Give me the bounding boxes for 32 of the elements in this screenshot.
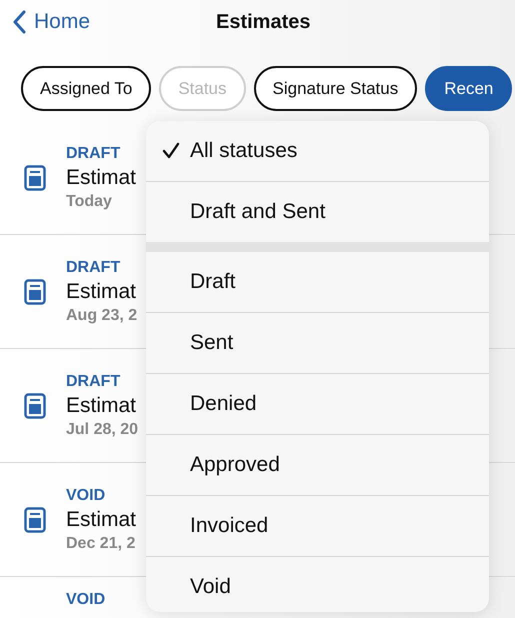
estimate-date: Jul 28, 20 (66, 420, 138, 438)
menu-item[interactable]: Approved (146, 435, 489, 496)
menu-item[interactable]: Void (146, 557, 489, 612)
menu-item[interactable]: Sent (146, 313, 489, 374)
menu-item[interactable]: Draft and Sent (146, 182, 489, 242)
estimate-title: Estimat (66, 394, 138, 418)
status-label: DRAFT (66, 372, 122, 390)
estimate-date: Dec 21, 2 (66, 534, 136, 552)
menu-item[interactable]: All statuses (146, 121, 489, 182)
filter-chip[interactable]: Recen (425, 66, 512, 111)
back-chevron-icon (12, 10, 26, 34)
screen-title: Estimates (216, 10, 310, 34)
document-icon (24, 392, 46, 418)
status-label: DRAFT (66, 258, 122, 276)
document-icon (24, 506, 46, 532)
estimate-date: Aug 23, 2 (66, 306, 138, 324)
menu-item[interactable]: Denied (146, 374, 489, 435)
status-label: VOID (66, 591, 106, 609)
checkmark-icon (162, 142, 180, 160)
estimate-title: Estimat (66, 280, 138, 304)
filter-chip[interactable]: Signature Status (254, 66, 418, 111)
menu-item[interactable]: Draft (146, 252, 489, 313)
status-label: VOID (66, 486, 106, 504)
document-icon (24, 164, 46, 190)
back-button[interactable]: Home (12, 10, 192, 34)
estimate-title: Estimat (66, 166, 136, 190)
menu-item[interactable]: Invoiced (146, 496, 489, 557)
document-icon (24, 278, 46, 304)
filter-chip[interactable]: Assigned To (21, 66, 152, 111)
estimate-date: Today (66, 192, 113, 210)
status-label: DRAFT (66, 144, 122, 162)
estimate-title: Estimat (66, 508, 136, 532)
